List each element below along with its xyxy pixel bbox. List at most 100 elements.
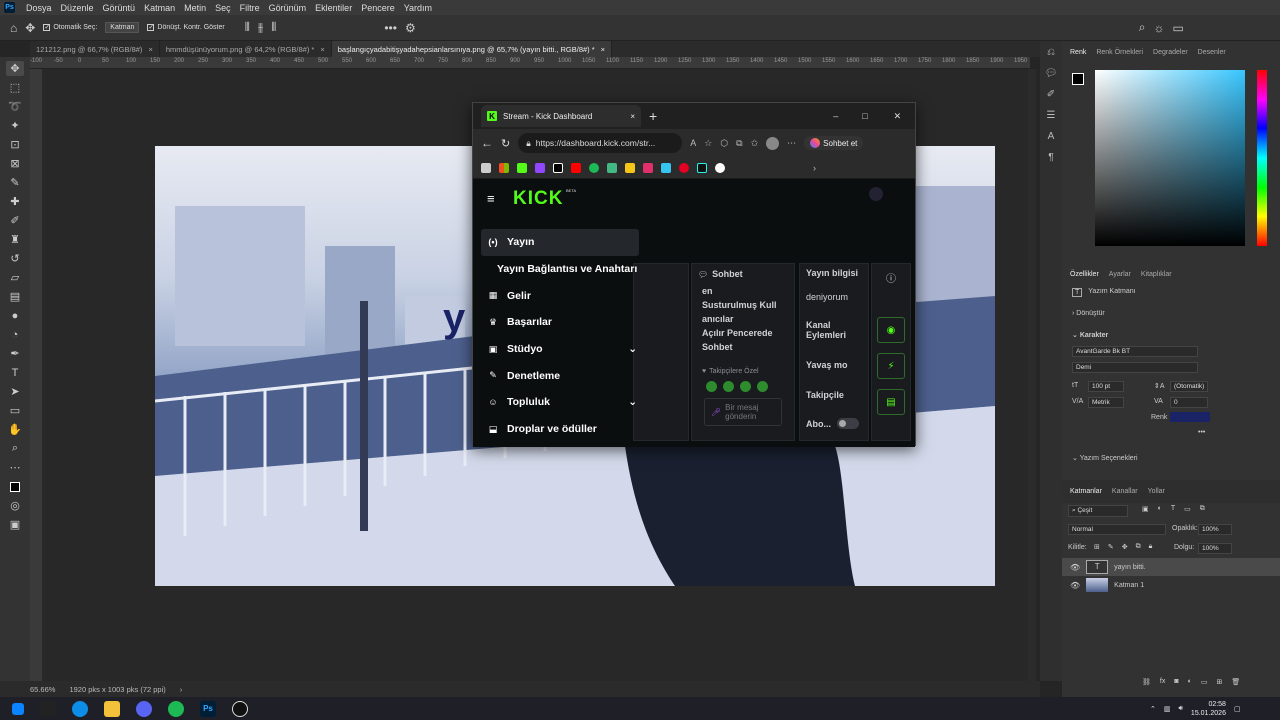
transform-section[interactable]: › Dönüştür: [1072, 310, 1105, 317]
close-icon[interactable]: ×: [148, 45, 152, 54]
lock-position-icon[interactable]: ✥: [1122, 543, 1128, 551]
bookmark-tiktok-icon[interactable]: [697, 162, 707, 173]
muted-users-link[interactable]: Susturulmuş Kull: [702, 298, 784, 312]
tab-adjustments[interactable]: Ayarlar: [1109, 271, 1131, 278]
healing-brush-icon[interactable]: ✚: [6, 194, 24, 209]
info-icon[interactable]: ⓘ: [886, 270, 896, 285]
eraser-icon[interactable]: ▱: [6, 270, 24, 285]
spotify-icon[interactable]: [168, 700, 184, 717]
followers-mode-item[interactable]: Takipçile: [806, 390, 862, 400]
split-screen-icon[interactable]: ⧉: [736, 138, 742, 149]
close-icon[interactable]: ×: [320, 45, 324, 54]
crop-tool-icon[interactable]: ⊡: [6, 137, 24, 152]
menu-item-studyo[interactable]: ▣ Stüdyo ⌄: [481, 336, 639, 363]
fill-field[interactable]: 100%: [1198, 543, 1232, 554]
comments-icon[interactable]: 💬︎: [1045, 68, 1058, 79]
stamp-tool-icon[interactable]: ♜: [6, 232, 24, 247]
layer-select-dropdown[interactable]: Katman: [105, 22, 140, 33]
tab-swatches[interactable]: Renk Örnekleri: [1096, 49, 1143, 56]
favorite-star-icon[interactable]: ☆: [704, 138, 712, 149]
quick-action-note-icon[interactable]: ▤: [877, 389, 905, 415]
bookmark-twitch-icon[interactable]: [535, 162, 545, 173]
bookmark-yellow-icon[interactable]: [625, 162, 635, 173]
more-tools-icon[interactable]: ⋯: [6, 460, 24, 475]
maximize-icon[interactable]: □: [862, 111, 867, 121]
bookmark-pinterest-icon[interactable]: [679, 162, 689, 173]
search-icon[interactable]: ⌕: [1139, 20, 1146, 35]
new-tab-icon[interactable]: +: [649, 108, 657, 124]
opacity-field[interactable]: 100%: [1198, 524, 1232, 535]
history-brush-icon[interactable]: ↺: [6, 251, 24, 266]
popout-chat-link[interactable]: Açılır Pencerede: [702, 326, 784, 340]
blend-mode-dropdown[interactable]: Normal: [1068, 524, 1166, 535]
character-icon[interactable]: A: [1048, 131, 1055, 142]
status-arrow-icon[interactable]: ›: [180, 685, 183, 694]
read-aloud-icon[interactable]: A: [690, 138, 696, 148]
lock-pixels-icon[interactable]: ✎: [1108, 543, 1114, 551]
hue-slider[interactable]: [1257, 70, 1267, 246]
vertical-scrollbar[interactable]: [1028, 69, 1036, 681]
menu-item-gelir[interactable]: ▦ Gelir: [481, 282, 639, 309]
menu-dosya[interactable]: Dosya: [26, 3, 52, 13]
paragraph-icon[interactable]: ¶: [1048, 152, 1053, 163]
menu-item-droplar[interactable]: ⬓ Droplar ve ödüller: [481, 416, 639, 443]
menu-item-topluluk[interactable]: ☺ Topluluk ⌄: [481, 389, 639, 416]
bookmark-instagram-icon[interactable]: [643, 162, 653, 173]
dodge-tool-icon[interactable]: ◔: [6, 327, 24, 342]
doc-tab-2[interactable]: hmmdüşünüyorum.png @ 64,2% (RGB/8#) * ×: [159, 41, 332, 57]
menu-item-stream-key[interactable]: Yayın Bağlantısı ve Anahtarı: [481, 256, 639, 283]
filter-shape-icon[interactable]: ▭: [1184, 505, 1191, 513]
menu-eklentiler[interactable]: Eklentiler: [315, 3, 352, 13]
stream-title-value[interactable]: deniyorum: [806, 292, 862, 302]
tray-arrow-icon[interactable]: ⌃: [1150, 705, 1156, 713]
browser-tab[interactable]: K Stream - Kick Dashboard ×: [481, 105, 641, 127]
workspace-icon[interactable]: ▭: [1172, 21, 1183, 35]
hamburger-menu-icon[interactable]: ≡: [487, 191, 495, 206]
bookmark-x-icon[interactable]: [553, 162, 563, 173]
menu-dots-icon[interactable]: ⋯: [787, 138, 796, 149]
user-avatar[interactable]: [869, 187, 883, 201]
menu-item-yayin[interactable]: (•) Yayın: [481, 229, 639, 256]
delete-layer-icon[interactable]: 🗑︎: [1231, 678, 1240, 686]
quick-action-bolt-icon[interactable]: ⚡︎: [877, 353, 905, 379]
transform-controls-checkbox[interactable]: ✓ Dönüşt. Kontr. Göster: [147, 24, 225, 31]
menu-metin[interactable]: Metin: [184, 3, 206, 13]
edge-icon[interactable]: [72, 700, 88, 717]
close-icon[interactable]: ×: [601, 45, 605, 54]
bookmark-kick-icon[interactable]: [517, 162, 527, 173]
layer-mask-icon[interactable]: ◙: [1174, 678, 1178, 686]
file-explorer-icon[interactable]: [40, 700, 56, 717]
link-layers-icon[interactable]: ⛓: [1142, 678, 1151, 686]
zoom-level[interactable]: 65.66%: [30, 685, 55, 694]
tab-gradients[interactable]: Degradeler: [1153, 49, 1188, 56]
volume-icon[interactable]: 🔊︎: [1179, 705, 1183, 713]
adjustments-icon[interactable]: ☰: [1047, 110, 1056, 121]
bookmark-google-icon[interactable]: [715, 162, 725, 173]
text-color-swatch[interactable]: [1170, 412, 1210, 422]
kick-logo[interactable]: KICK: [513, 188, 563, 210]
move-tool-icon[interactable]: ✥: [25, 21, 35, 35]
color-picker-field[interactable]: [1095, 70, 1245, 246]
discord-icon[interactable]: [136, 700, 152, 717]
align-left-icon[interactable]: ⫴: [245, 20, 250, 35]
kerning-field[interactable]: Metrik: [1088, 397, 1124, 408]
windows-start-icon[interactable]: [12, 702, 24, 715]
more-options-icon[interactable]: •••: [1198, 429, 1205, 436]
lasso-tool-icon[interactable]: ➰: [6, 99, 24, 114]
menu-yardim[interactable]: Yardım: [404, 3, 432, 13]
obs-icon[interactable]: [232, 700, 248, 717]
refresh-icon[interactable]: ↻: [501, 137, 510, 150]
minimize-icon[interactable]: –: [833, 111, 838, 121]
notification-icon[interactable]: ▢: [1234, 705, 1241, 713]
layer-row[interactable]: 👁︎ T yayın bitti.: [1062, 558, 1280, 576]
visibility-eye-icon[interactable]: 👁︎: [1070, 581, 1080, 590]
menu-item-basarilar[interactable]: ♛ Başarılar: [481, 309, 639, 336]
zoom-tool-icon[interactable]: ⌕: [6, 441, 24, 456]
folder-icon[interactable]: [104, 700, 120, 717]
emote-icon[interactable]: [706, 381, 717, 392]
network-icon[interactable]: ▥: [1164, 705, 1171, 713]
marquee-tool-icon[interactable]: ⬚: [6, 80, 24, 95]
character-section[interactable]: ⌄ Karakter: [1072, 331, 1108, 339]
bookmark-vue-icon[interactable]: [607, 162, 617, 173]
menu-goruntu[interactable]: Görüntü: [103, 3, 136, 13]
